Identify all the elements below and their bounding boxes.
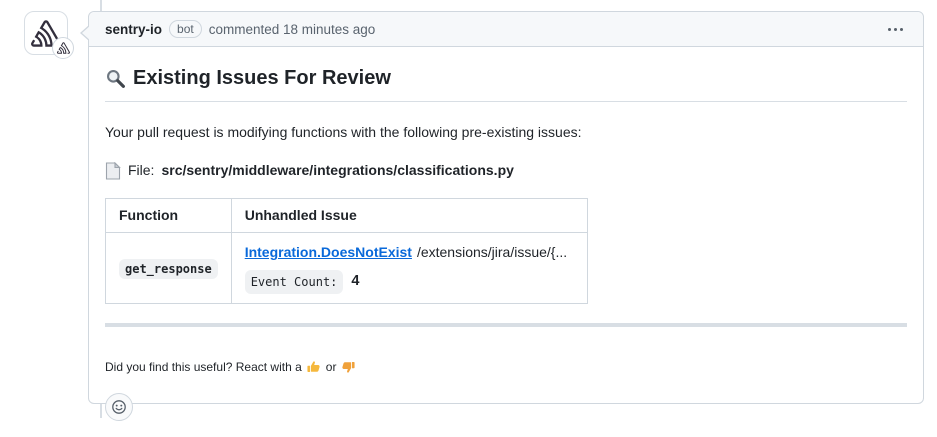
issue-link[interactable]: Integration.DoesNotExist: [245, 242, 412, 263]
event-count-value: 4: [351, 271, 359, 293]
intro-text: Your pull request is modifying functions…: [105, 122, 907, 143]
comment-timestamp[interactable]: commented 18 minutes ago: [209, 22, 376, 37]
magnifying-glass-icon: [105, 68, 126, 89]
table-row: get_response Integration.DoesNotExist /e…: [106, 233, 588, 304]
comment-title-text: Existing Issues For Review: [133, 63, 391, 93]
comment-header: sentry-io bot commented 18 minutes ago: [89, 12, 923, 47]
table-header-function: Function: [106, 199, 232, 233]
sentry-avatar-badge: [52, 37, 74, 59]
file-path: src/sentry/middleware/integrations/class…: [161, 160, 513, 181]
feedback-text-or: or: [326, 358, 337, 376]
bot-badge: bot: [169, 20, 202, 38]
thumbs-down-icon: [341, 360, 355, 374]
table-header-issue: Unhandled Issue: [231, 199, 587, 233]
feedback-text-before: Did you find this useful? React with a: [105, 358, 302, 376]
comment-title: Existing Issues For Review: [105, 63, 907, 102]
table-header-row: Function Unhandled Issue: [106, 199, 588, 233]
comment-caret-fill: [82, 25, 91, 41]
issues-table: Function Unhandled Issue get_response In…: [105, 198, 588, 304]
event-count-code: Event Count:: [245, 270, 344, 294]
github-comment-page: sentry-io bot commented 18 minutes ago E…: [0, 0, 937, 418]
kebab-menu-button[interactable]: [884, 22, 907, 37]
function-cell: get_response: [106, 233, 232, 304]
file-line: File: src/sentry/middleware/integrations…: [105, 160, 907, 181]
divider: [105, 323, 907, 327]
smiley-icon: [111, 399, 127, 415]
kebab-icon: [888, 28, 891, 31]
issue-path: /extensions/jira/issue/{...: [417, 242, 567, 263]
comment-body: Existing Issues For Review Your pull req…: [89, 47, 923, 437]
issue-cell: Integration.DoesNotExist /extensions/jir…: [231, 233, 587, 304]
function-name-code: get_response: [119, 259, 218, 279]
add-reaction-button[interactable]: [105, 393, 133, 421]
kebab-icon: [900, 28, 903, 31]
kebab-icon: [894, 28, 897, 31]
thumbs-up-icon: [307, 360, 321, 374]
issue-line: Integration.DoesNotExist /extensions/jir…: [245, 242, 574, 263]
comment-author[interactable]: sentry-io: [105, 22, 162, 37]
comment-card: sentry-io bot commented 18 minutes ago E…: [88, 11, 924, 404]
file-label: File:: [128, 160, 154, 181]
feedback-text: Did you find this useful? React with a o…: [105, 358, 907, 376]
event-count-line: Event Count: 4: [245, 270, 574, 294]
sentry-logo-mini-icon: [57, 42, 70, 54]
page-icon: [105, 162, 121, 180]
